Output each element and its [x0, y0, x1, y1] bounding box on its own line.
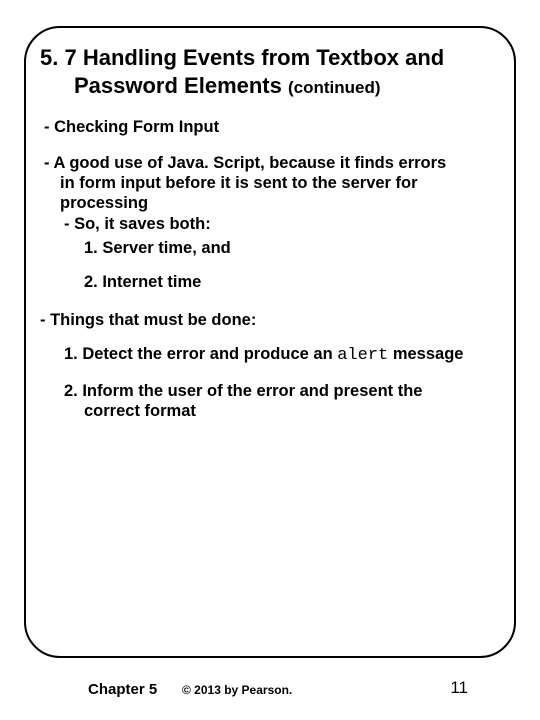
title-line-2: Password Elements: [74, 73, 282, 98]
title-continued: (continued): [288, 78, 381, 97]
title-line-1: Handling Events from Textbox and: [83, 45, 444, 70]
subheading-checking: - Checking Form Input: [44, 117, 500, 137]
item-server-time: 1. Server time, and: [84, 238, 500, 258]
bullet-good-use-line3: processing: [44, 193, 500, 213]
item-internet-time: 2. Internet time: [84, 272, 500, 292]
content-frame: 5. 7 Handling Events from Textbox and Pa…: [24, 26, 516, 658]
footer-page-number: 11: [450, 678, 468, 698]
slide-title: 5. 7 Handling Events from Textbox and Pa…: [40, 44, 500, 99]
bullet-good-use-line1: - A good use of Java. Script, because it…: [44, 153, 500, 173]
slide-footer: Chapter 5 © 2013 by Pearson. 11: [0, 674, 540, 698]
bullet-good-use-line2: in form input before it is sent to the s…: [44, 173, 500, 193]
slide: 5. 7 Handling Events from Textbox and Pa…: [0, 0, 540, 720]
item-detect-pre: 1. Detect the error and produce an: [64, 345, 337, 363]
slide-body: - Checking Form Input - A good use of Ja…: [40, 117, 500, 421]
code-alert: alert: [337, 346, 388, 365]
footer-chapter: Chapter 5: [88, 681, 157, 698]
item-inform-line2: correct format: [84, 401, 500, 421]
footer-copyright: © 2013 by Pearson.: [182, 683, 292, 697]
bullet-saves-both: - So, it saves both:: [64, 214, 500, 234]
item-inform-line1: 2. Inform the user of the error and pres…: [64, 381, 500, 401]
bullet-things-done: - Things that must be done:: [40, 310, 500, 330]
item-detect-post: message: [388, 345, 463, 363]
item-detect-error: 1. Detect the error and produce an alert…: [64, 344, 500, 367]
section-number: 5. 7: [40, 45, 77, 70]
